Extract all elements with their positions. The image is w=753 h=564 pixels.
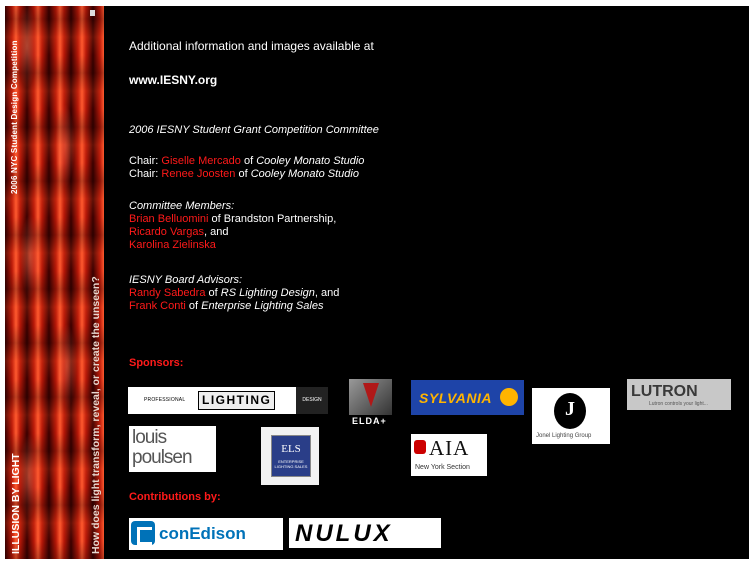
of-text: of [240, 155, 257, 167]
logo-text: PROFESSIONAL [144, 397, 186, 403]
advisor-org: RS Lighting Design [220, 287, 315, 299]
advisor-org: Enterprise Lighting Sales [201, 300, 324, 312]
professional-lighting-design-logo[interactable]: PROFESSIONAL LIGHTING DESIGN [128, 387, 328, 414]
contributions-heading: Contributions by: [129, 491, 221, 503]
logo-text: Jonel Lighting Group [536, 433, 592, 439]
advisor-sep: , and [314, 287, 340, 299]
logo-line: louis [132, 427, 167, 448]
committee-title: 2006 IESNY Student Grant Competition Com… [129, 124, 379, 136]
logo-line: poulsen [132, 447, 193, 468]
chair-label: Chair: [129, 168, 162, 180]
chair-line: Chair: Giselle Mercado of Cooley Monato … [129, 155, 364, 168]
jonel-lighting-logo[interactable]: Jonel Lighting Group [532, 388, 610, 444]
intro-text: Additional information and images availa… [129, 39, 374, 53]
advisor-line: Frank Conti of Enterprise Lighting Sales [129, 300, 339, 313]
conedison-mark-icon [131, 521, 155, 545]
member-sep: , and [204, 226, 229, 238]
page-canvas: 2006 NYC Student Design Competition How … [5, 6, 749, 559]
logo-subtext: New York Section [415, 464, 470, 471]
els-logo[interactable]: ELS ENTERPRISE LIGHTING SALES [261, 427, 319, 485]
chair-org: Cooley Monato Studio [250, 168, 359, 180]
banner-theme: ILLUSION BY LIGHT [10, 453, 22, 554]
chair-name[interactable]: Giselle Mercado [161, 155, 240, 167]
banner-competition-title: 2006 NYC Student Design Competition [10, 40, 19, 194]
logo-subtext: ENTERPRISE LIGHTING SALES [274, 459, 308, 469]
of-text: of [235, 168, 251, 180]
member-line: Ricardo Vargas, and [129, 226, 336, 239]
sylvania-logo[interactable]: SYLVANIA [411, 380, 524, 415]
sponsors-heading: Sponsors: [129, 357, 184, 369]
logo-text: DESIGN [296, 387, 328, 414]
logo-text: conEdison [159, 524, 246, 543]
advisor-line: Randy Sabedra of RS Lighting Design, and [129, 287, 339, 300]
website-link[interactable]: www.IESNY.org [129, 74, 217, 87]
banner-corner-mark [90, 10, 95, 16]
elda-mark-icon [349, 379, 392, 415]
member-org: of Brandston Partnership, [208, 213, 337, 225]
chair-name[interactable]: Renee Joosten [161, 168, 235, 180]
elda-logo[interactable]: ELDA+ [349, 379, 394, 427]
logo-text: ELDA+ [352, 416, 387, 426]
conedison-logo[interactable]: conEdison [129, 518, 283, 550]
chair-org: Cooley Monato Studio [256, 155, 365, 167]
sylvania-bulb-icon [500, 388, 518, 406]
advisor-name[interactable]: Frank Conti [129, 300, 186, 312]
side-banner-image: 2006 NYC Student Design Competition How … [5, 6, 104, 559]
member-name[interactable]: Ricardo Vargas [129, 226, 204, 238]
aia-seal-icon [414, 440, 426, 454]
j-mark-icon [554, 393, 586, 429]
lutron-logo[interactable]: LUTRON Lutron controls your light... [627, 379, 731, 410]
members-title: Committee Members: [129, 200, 235, 212]
nulux-logo[interactable]: NULUX [289, 518, 441, 548]
member-name[interactable]: Karolina Zielinska [129, 239, 216, 251]
advisors-title: IESNY Board Advisors: [129, 274, 243, 286]
member-name[interactable]: Brian Belluomini [129, 213, 208, 225]
advisors-block: IESNY Board Advisors: Randy Sabedra of R… [129, 274, 339, 313]
members-block: Committee Members: Brian Belluomini of B… [129, 200, 336, 252]
of-text: of [185, 300, 202, 312]
member-line: Brian Belluomini of Brandston Partnershi… [129, 213, 336, 226]
logo-text: louis poulsen [132, 427, 193, 468]
chairs-block: Chair: Giselle Mercado of Cooley Monato … [129, 155, 364, 181]
logo-text: ELS [281, 443, 301, 455]
logo-text: AIA [429, 436, 470, 460]
chair-line: Chair: Renee Joosten of Cooley Monato St… [129, 168, 364, 181]
member-line: Karolina Zielinska [129, 239, 336, 252]
logo-text: NULUX [295, 520, 393, 547]
banner-question: How does light transform, reveal, or cre… [90, 276, 102, 554]
logo-tagline: Lutron controls your light... [649, 401, 708, 407]
advisor-name[interactable]: Randy Sabedra [129, 287, 205, 299]
chair-label: Chair: [129, 155, 162, 167]
aia-logo[interactable]: AIA New York Section [411, 434, 487, 476]
els-badge: ELS ENTERPRISE LIGHTING SALES [271, 435, 311, 477]
louis-poulsen-logo[interactable]: louis poulsen [129, 426, 216, 472]
of-text: of [205, 287, 221, 299]
logo-text: LIGHTING [198, 391, 276, 410]
logo-text: LUTRON [631, 383, 698, 400]
logo-text: SYLVANIA [419, 390, 492, 406]
